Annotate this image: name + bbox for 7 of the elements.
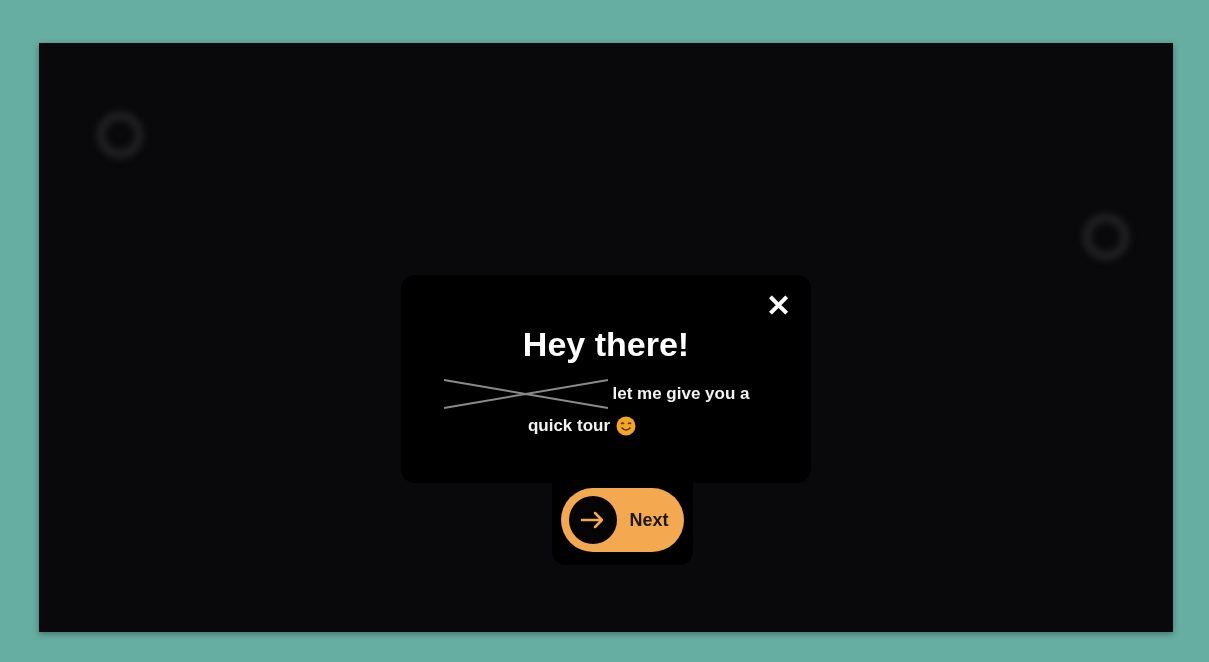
next-button[interactable]: Next bbox=[560, 488, 684, 552]
close-button[interactable]: ✕ bbox=[766, 291, 791, 321]
smiley-icon bbox=[616, 415, 637, 436]
arrow-right-icon bbox=[567, 495, 618, 545]
message-text: let me give you a bbox=[612, 383, 750, 406]
message-text: quick tour bbox=[527, 415, 611, 437]
dialog-title: Hey there! bbox=[522, 327, 690, 361]
